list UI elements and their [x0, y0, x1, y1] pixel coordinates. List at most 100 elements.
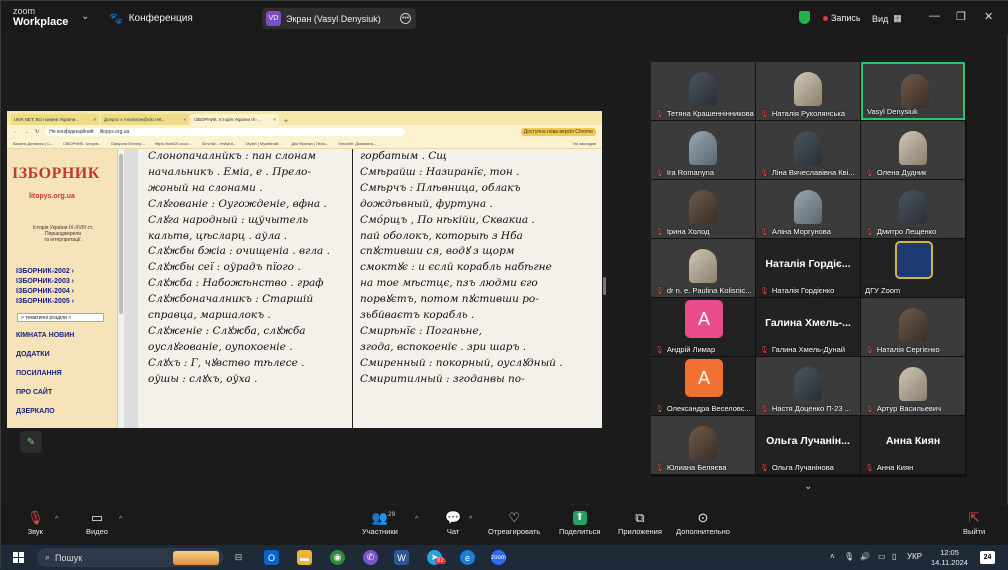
participant-tile[interactable]: Наталія Гордіє... 🎙 Наталія Гордієнко [756, 239, 860, 297]
site-domain[interactable]: litopys.org.ua [29, 193, 75, 200]
bookmark[interactable]: Музеї | Музейний... [246, 141, 281, 146]
bookmark[interactable]: Дім Франка | Лєха... [292, 141, 329, 146]
notification-center[interactable]: 24 [980, 551, 995, 564]
browser-tab[interactable]: Допрос к Аналитик@ukr.net... × [101, 114, 189, 125]
forward-icon[interactable]: → [24, 129, 29, 135]
participant-tile[interactable]: 🎙 Ліна Вячеславівна Кві... [756, 121, 860, 179]
bookmark[interactable]: Smoothi: Домовога... [338, 141, 376, 146]
participant-tile[interactable]: 🎙 Артур Васильевич [861, 357, 965, 415]
participant-tile[interactable]: Vasyl Denysiuk [861, 62, 965, 120]
more-button[interactable]: ⊙ Дополнительно [676, 509, 730, 536]
video-options-chevron-icon[interactable]: ^ [119, 516, 122, 523]
close-icon[interactable]: × [93, 117, 96, 122]
bookmark[interactable]: Slovniki – Instytut... [202, 141, 236, 146]
edition-link[interactable]: ІЗБОРНИК-2004 › [16, 287, 74, 297]
bookmark[interactable]: Василь Денисюк | С... [13, 141, 53, 146]
all-bookmarks[interactable]: Усі закладки [573, 141, 596, 146]
edge-icon[interactable]: e [460, 550, 475, 565]
meeting-info-button[interactable]: 🐾 Конференция [109, 12, 193, 25]
tray-chevron-icon[interactable]: ˄ [830, 552, 835, 561]
restore-icon[interactable]: ❐ [956, 10, 966, 23]
reload-icon[interactable]: ↻ [35, 129, 39, 135]
chevron-down-icon[interactable]: ⌄ [81, 11, 89, 22]
participant-tile[interactable]: Галина Хмель-... 🎙 Галина Хмель-Дунай [756, 298, 860, 356]
close-icon[interactable]: × [183, 117, 186, 122]
bookmark[interactable]: ІЗБОРНИК. Історія... [63, 141, 101, 146]
gallery-next-chevron-icon[interactable]: ⌄ [804, 481, 812, 492]
scrollbar-thumb[interactable] [119, 154, 123, 314]
more-icon[interactable]: ••• [400, 13, 411, 24]
battery-icon[interactable]: ▯ [892, 552, 896, 561]
word-icon[interactable]: W [394, 550, 409, 565]
taskbar-search[interactable]: ⌕ Пошук [37, 548, 223, 567]
close-icon[interactable]: × [273, 117, 276, 122]
file-explorer-icon[interactable]: ▬ [297, 550, 312, 565]
edition-link[interactable]: ІЗБОРНИК-2003 › [16, 277, 74, 287]
viber-icon[interactable]: ✆ [363, 550, 378, 565]
participant-tile[interactable]: 🎙 Настя Доценко П-23 ... [756, 357, 860, 415]
network-icon[interactable]: ▭ [878, 552, 886, 561]
participant-tile[interactable]: 🎙 Наталія Сергієнко [861, 298, 965, 356]
microphone-icon[interactable]: 🎙 [844, 552, 854, 561]
video-button[interactable]: ▭ Видео [86, 509, 108, 536]
back-icon[interactable]: ← [13, 129, 18, 135]
bookmark[interactable]: Diaspora Електр... [111, 141, 145, 146]
screen-share-pill[interactable]: VD Экран (Vasyl Denysiuk) ••• [262, 8, 416, 29]
participant-tile[interactable]: 🎙 Аліна Моргунова [756, 180, 860, 238]
participant-tile[interactable]: А 🎙 Андрій Лимар [651, 298, 755, 356]
participant-tile[interactable]: 🎙 Наталія Руколянська [756, 62, 860, 120]
clock[interactable]: 12:05 14.11.2024 [931, 548, 968, 568]
task-view-icon[interactable]: ⊟ [231, 550, 246, 565]
react-button[interactable]: ♡ Отреагировать [488, 509, 540, 536]
record-indicator[interactable]: Запись [823, 13, 861, 23]
chrome-icon[interactable]: ◉ [330, 550, 345, 565]
audio-button[interactable]: 🎙 Звук [27, 509, 44, 536]
participant-tile[interactable]: 🎙 Ірина Холод [651, 180, 755, 238]
edition-link[interactable]: ІЗБОРНИК-2002 › [16, 267, 74, 277]
minimize-icon[interactable]: — [929, 10, 940, 22]
zoom-taskbar-icon[interactable]: zoom [491, 550, 506, 565]
participant-tile[interactable]: 🎙 dr n. e. Paulina Kolisnic... [651, 239, 755, 297]
audio-options-chevron-icon[interactable]: ^ [55, 516, 58, 523]
participants-button[interactable]: 👥 29 Участники [362, 509, 398, 536]
chat-options-chevron-icon[interactable]: ^ [469, 516, 472, 523]
leave-button[interactable]: ⇱ Выйти [963, 509, 985, 536]
participant-tile[interactable]: 🎙 Тетяна Крашеннінникова [651, 62, 755, 120]
share-button[interactable]: ⬆ Поделиться [559, 509, 600, 536]
chat-button[interactable]: 💬 Чат [445, 509, 461, 536]
update-chrome-button[interactable]: Доступна нова версія Chrome [520, 127, 596, 136]
close-icon[interactable]: ✕ [984, 10, 993, 23]
participant-tile[interactable]: А 🎙 Олександра Веселовс... [651, 357, 755, 415]
outlook-icon[interactable]: O [264, 550, 279, 565]
apps-button[interactable]: ⧉ Приложения [618, 509, 662, 536]
browser-tab-active[interactable]: ІЗБОРНИК. Історія України IX-... × [191, 114, 279, 125]
annotate-button[interactable]: ✎ [20, 431, 42, 453]
menu-item[interactable]: КІМНАТА НОВИН [16, 332, 74, 351]
participant-tile[interactable]: Ольга Лучанін... 🎙 Ольга Лучанінова [756, 416, 860, 474]
sidebar-scrollbar[interactable] [117, 149, 124, 428]
participant-tile[interactable]: 🎙 Ira Romanyna [651, 121, 755, 179]
participant-tile[interactable]: 🎙 Олена Дудник [861, 121, 965, 179]
participants-options-chevron-icon[interactable]: ^ [415, 516, 418, 523]
participant-tile[interactable]: 🎙 Дмитро Лещенко [861, 180, 965, 238]
menu-item[interactable]: ПРО САЙТ [16, 389, 74, 408]
new-tab-icon[interactable]: + [284, 118, 288, 125]
address-bar[interactable]: Не конфіденційний litopys.org.ua [45, 127, 406, 136]
language-indicator[interactable]: УКР [907, 552, 922, 561]
site-brand[interactable]: ІЗБОРНИК [12, 165, 100, 183]
section-select[interactable]: > тематичні розділи < [17, 313, 104, 322]
participant-tile[interactable]: ДГУ Zoom [861, 239, 965, 297]
browser-tab[interactable]: UKR.NET: Всі новини України... × [11, 114, 99, 125]
participant-tile[interactable]: Анна Киян 🎙 Анна Киян [861, 416, 965, 474]
menu-item[interactable]: ПОСИЛАННЯ [16, 370, 74, 389]
shield-icon[interactable] [799, 11, 810, 24]
view-button[interactable]: Вид ▦ [872, 13, 902, 24]
participant-tile[interactable]: 🎙 Юлиана Беляєва [651, 416, 755, 474]
share-resize-handle[interactable] [603, 277, 606, 295]
menu-item[interactable]: ДОДАТКИ [16, 351, 74, 370]
speaker-icon[interactable]: 🔊 [860, 552, 870, 561]
menu-item[interactable]: ДЗЕРКАЛО [16, 408, 74, 427]
edition-link[interactable]: ІЗБОРНИК-2005 › [16, 297, 74, 307]
bookmark[interactable]: https://toxh20.ucoz... [155, 141, 192, 146]
windows-start-icon[interactable] [13, 552, 24, 563]
